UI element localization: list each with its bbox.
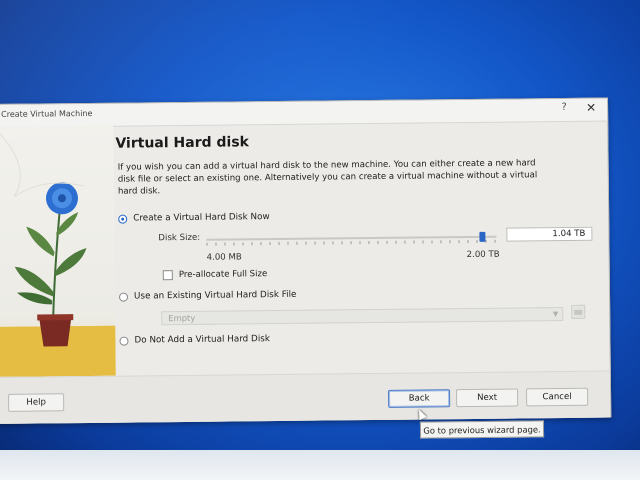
wizard-main-panel: Virtual Hard disk If you wish you can ad…	[113, 121, 602, 376]
help-button[interactable]: Help	[8, 393, 65, 412]
disk-size-label: Disk Size:	[158, 232, 201, 244]
slider-handle[interactable]	[478, 231, 486, 242]
option-use-existing[interactable]: Use an Existing Virtual Hard Disk File	[118, 289, 297, 302]
back-tooltip: Go to previous wizard page.	[419, 420, 545, 439]
folder-browse-icon[interactable]	[571, 304, 586, 319]
option-use-existing-label: Use an Existing Virtual Hard Disk File	[133, 289, 297, 302]
help-icon[interactable]: ?	[557, 102, 571, 113]
dialog-title: Create Virtual Machine	[1, 108, 93, 119]
slider-max-label: 2.00 TB	[466, 249, 500, 261]
option-create-new-label: Create a Virtual Hard Disk Now	[133, 212, 270, 224]
option-no-disk[interactable]: Do Not Add a Virtual Hard Disk	[119, 334, 270, 346]
existing-disk-value: Empty	[168, 312, 196, 324]
option-no-disk-label: Do Not Add a Virtual Hard Disk	[134, 334, 270, 346]
preallocate-checkbox[interactable]	[162, 270, 173, 281]
monitor-bezel-bottom	[0, 450, 640, 480]
back-button[interactable]: Back	[388, 389, 451, 408]
disk-size-slider[interactable]	[206, 231, 497, 246]
page-title: Virtual Hard disk	[115, 134, 249, 152]
disk-size-input[interactable]: 1.04 TB	[506, 226, 593, 242]
next-button[interactable]: Next	[456, 388, 519, 408]
chevron-down-icon: ▼	[552, 310, 559, 319]
existing-disk-select[interactable]: Empty ▼	[161, 307, 564, 326]
slider-min-label: 4.00 MB	[206, 252, 242, 263]
cancel-button[interactable]: Cancel	[526, 387, 589, 407]
option-create-new[interactable]: Create a Virtual Hard Disk Now	[118, 212, 270, 224]
preallocate-row[interactable]: Pre-allocate Full Size	[162, 269, 268, 281]
preallocate-label: Pre-allocate Full Size	[178, 269, 268, 281]
radio-no-disk[interactable]	[119, 336, 129, 346]
create-vm-dialog: Create Virtual Machine ? ✕ Virtual Hard …	[0, 97, 612, 424]
radio-create-new[interactable]	[118, 214, 128, 224]
close-icon[interactable]: ✕	[583, 101, 599, 115]
potted-flower-illustration	[0, 126, 116, 377]
page-description: If you wish you can add a virtual hard d…	[117, 158, 538, 197]
wizard-side-illustration	[0, 125, 116, 377]
radio-use-existing[interactable]	[118, 292, 129, 302]
wizard-button-bar: Help Back Next Cancel	[0, 370, 611, 424]
slider-ticks	[206, 239, 497, 246]
